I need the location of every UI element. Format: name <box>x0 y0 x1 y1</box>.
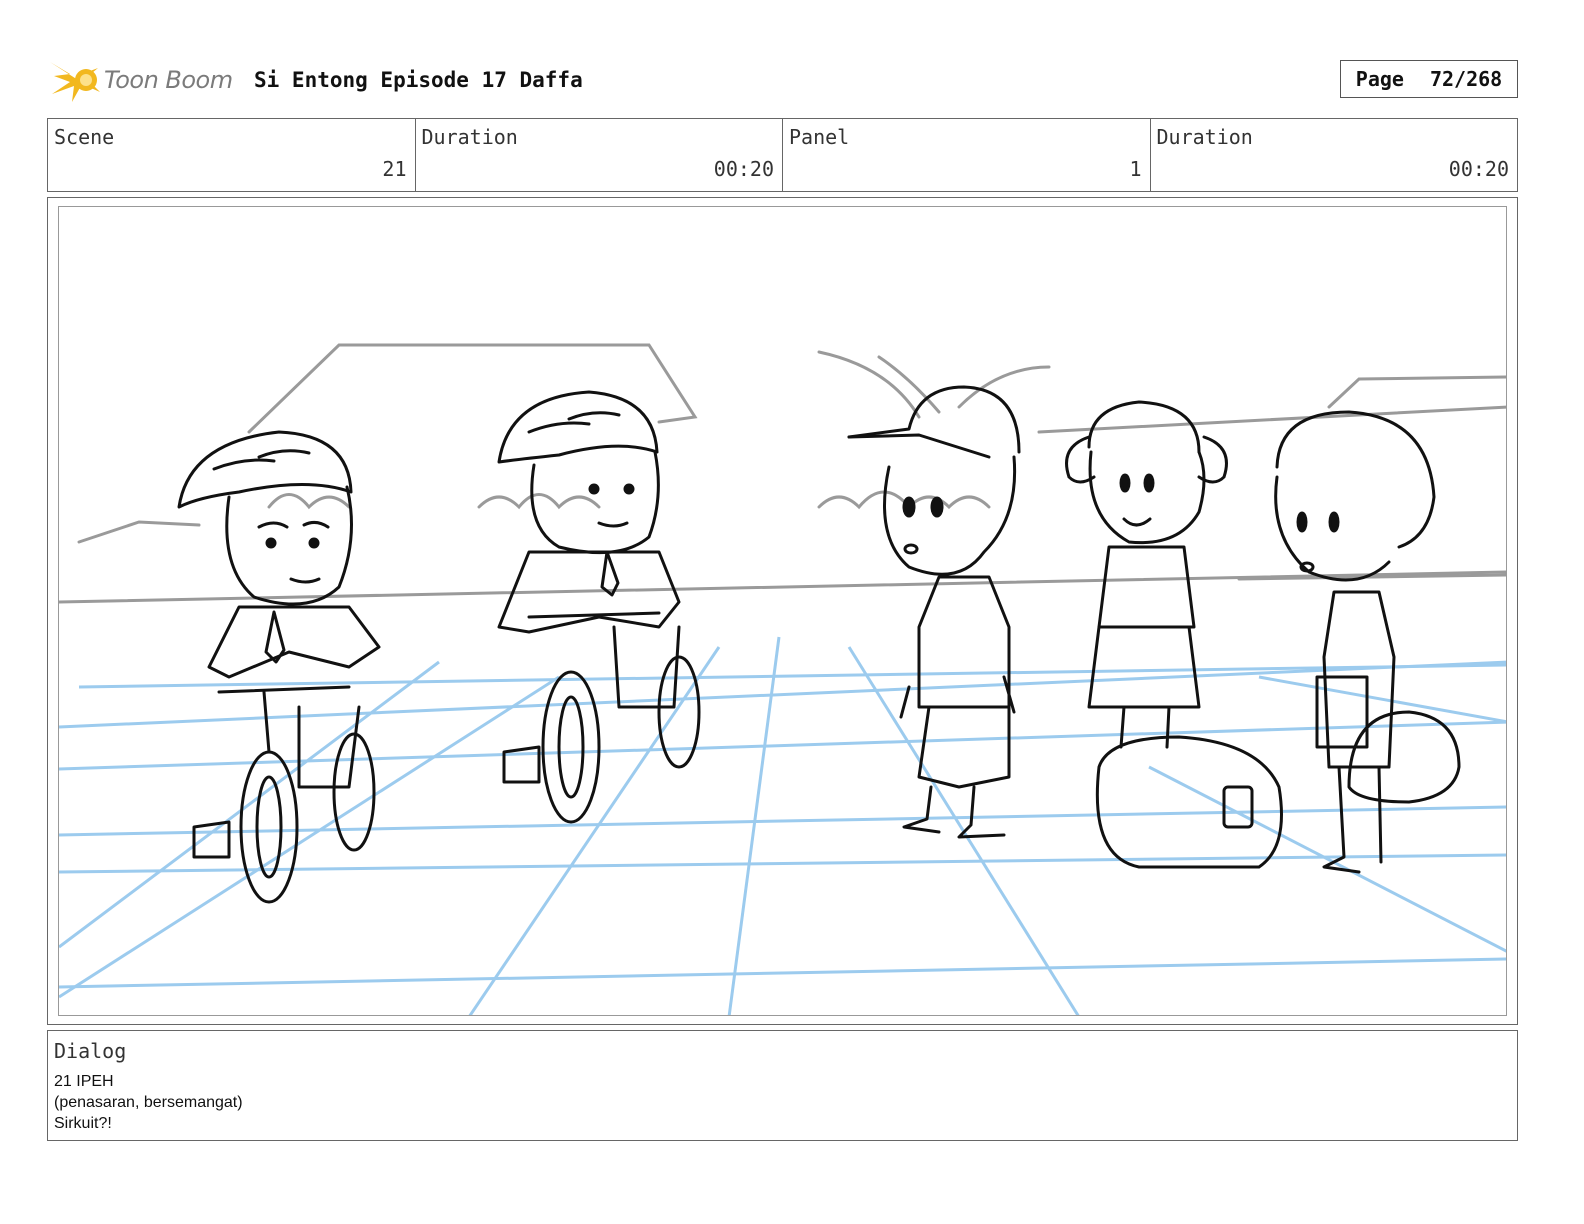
starburst-icon <box>50 62 100 102</box>
panel-duration-label: Duration <box>1156 125 1253 149</box>
panel-label: Panel <box>789 125 850 149</box>
pigtail-girl <box>1065 400 1283 869</box>
scene-duration-value: 00:20 <box>713 157 774 181</box>
panel-value: 1 <box>1129 157 1142 181</box>
header: Toon Boom Si Entong Episode 17 Daffa Pag… <box>48 52 1518 108</box>
dialog-line: 21 IPEH <box>54 1073 114 1090</box>
logo-text: Toon Boom <box>104 66 233 94</box>
dialog-label: Dialog <box>54 1039 127 1063</box>
dialog-line: (penasaran, bersemangat) <box>54 1094 243 1111</box>
storyboard-panel <box>47 197 1518 1025</box>
dialog-box: Dialog 21 IPEH (penasaran, bersemangat) … <box>47 1030 1518 1141</box>
info-row: Scene 21 Duration 00:20 Panel 1 Duration… <box>47 118 1518 192</box>
scene-label: Scene <box>54 125 115 149</box>
panel-duration-cell: Duration 00:20 <box>1151 119 1518 191</box>
bike-boy-2 <box>497 390 701 824</box>
character-sketches <box>177 385 1461 904</box>
dialog-text: 21 IPEH (penasaran, bersemangat) Sirkuit… <box>54 1071 243 1134</box>
right-boy <box>1274 410 1461 874</box>
background-sketch <box>59 343 1506 604</box>
storyboard-sketch <box>59 343 1506 1015</box>
cap-boy <box>847 385 1021 839</box>
document-title: Si Entong Episode 17 Daffa <box>254 68 583 92</box>
perspective-grid <box>59 636 1506 1015</box>
panel-cell: Panel 1 <box>783 119 1151 191</box>
page-label: Page <box>1355 67 1404 91</box>
panel-drawing-frame <box>58 206 1507 1016</box>
scene-cell: Scene 21 <box>48 119 416 191</box>
scene-duration-label: Duration <box>421 125 518 149</box>
panel-duration-value: 00:20 <box>1448 157 1509 181</box>
scene-duration-cell: Duration 00:20 <box>416 119 783 191</box>
page-indicator: Page 72/268 <box>1340 60 1518 98</box>
page-number: 72/268 <box>1429 67 1503 91</box>
dialog-line: Sirkuit?! <box>54 1115 112 1132</box>
toon-boom-logo: Toon Boom <box>48 54 238 106</box>
scene-value: 21 <box>382 157 407 181</box>
